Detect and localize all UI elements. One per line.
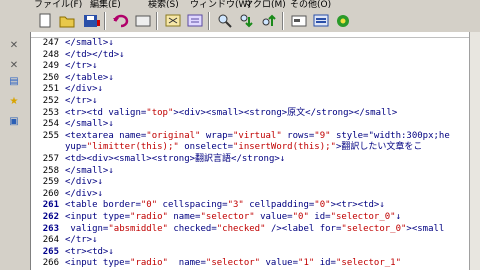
explorer-icon[interactable]: ▣ [7, 114, 21, 128]
config-icon[interactable] [312, 12, 330, 29]
toolbar [30, 10, 480, 33]
menu-edit[interactable]: 編集(E) [90, 0, 121, 10]
code-line[interactable]: yup="limitter(this);" onselect="insertWo… [65, 142, 422, 152]
code-line[interactable]: </table>↓ [65, 73, 114, 83]
menu-search[interactable]: 検索(S) [148, 0, 179, 10]
cut-icon[interactable] [164, 12, 182, 29]
line-number: 252 [42, 96, 59, 106]
line-number: 257 [42, 154, 59, 164]
search-down-icon[interactable] [238, 12, 256, 29]
code-line[interactable]: <tr><td>↓ [65, 247, 114, 257]
code-line[interactable]: </small>↓ [65, 166, 114, 176]
menu-file[interactable]: ファイル(F) [34, 0, 82, 10]
code-area[interactable]: </small>↓ </td></td>↓ </tr>↓ </table>↓ </div… [65, 38, 471, 270]
line-number: 259 [42, 177, 59, 188]
code-line[interactable]: </div>↓ [65, 177, 103, 187]
side-panel: ✕ ✕ ▤ ★ ▣ [0, 10, 30, 270]
code-line[interactable]: valign="absmiddle" checked="checked" /><… [65, 224, 444, 234]
star-icon[interactable]: ★ [7, 94, 21, 108]
code-line[interactable]: <td><div><small><strong>翻訳言語</strong>↓ [65, 154, 285, 164]
line-number: 258 [42, 165, 59, 176]
menu-window[interactable]: ウィンドウ(W) [190, 0, 251, 10]
line-number: 265 [42, 246, 59, 257]
settings-icon[interactable] [334, 12, 352, 29]
undo-icon[interactable] [112, 12, 130, 29]
code-line[interactable]: </tr>↓ [65, 61, 98, 71]
code-line[interactable]: <input type="radio" name="selector" valu… [65, 212, 401, 222]
line-number: 264 [42, 235, 59, 246]
line-number: 261 [42, 200, 59, 211]
line-number-gutter: 247 248 249 250 251 252 253 254 255 257 258 259 260 2… [31, 38, 61, 270]
save-icon[interactable] [82, 12, 100, 29]
code-line[interactable]: </small>↓ [65, 119, 114, 129]
line-number: 248 [42, 49, 59, 60]
line-number: 253 [42, 107, 59, 118]
paste-icon[interactable] [186, 12, 204, 29]
vertical-scrollbar[interactable] [469, 32, 480, 270]
open-folder-icon[interactable] [58, 12, 76, 29]
line-number: 254 [42, 119, 59, 130]
new-file-icon[interactable] [36, 12, 54, 29]
code-line[interactable]: </div>↓ [65, 84, 103, 94]
close-icon[interactable]: ✕ [7, 58, 21, 72]
line-number [31, 142, 59, 152]
close-icon[interactable]: ✕ [7, 38, 21, 52]
menu-macro[interactable]: マクロ(M) [244, 0, 286, 10]
code-line[interactable]: <input type="radio" name="selector" valu… [65, 258, 401, 268]
line-number: 260 [42, 188, 59, 199]
line-number: 250 [42, 72, 59, 83]
code-line[interactable]: <table border="0" cellspacing="3" cellpa… [65, 200, 385, 210]
code-line[interactable]: </tr>↓ [65, 235, 98, 245]
code-line[interactable]: </tr>↓ [65, 96, 98, 106]
code-line[interactable]: </td></td>↓ [65, 50, 125, 60]
code-line[interactable]: <tr><td valign="top"><div><small><strong… [65, 108, 397, 118]
search-up-icon[interactable] [260, 12, 278, 29]
line-number: 263 [42, 223, 59, 234]
line-number: 266 [42, 258, 59, 269]
line-number: 255 [42, 130, 59, 141]
page-icon[interactable]: ▤ [7, 74, 21, 88]
line-number: 249 [42, 61, 59, 72]
text-editor[interactable]: 247 248 249 250 251 252 253 254 255 257 258 259 260 2… [30, 32, 471, 270]
line-number: 247 [42, 38, 59, 48]
replace-icon[interactable] [290, 12, 308, 29]
window-icon[interactable] [134, 12, 152, 29]
line-number: 251 [42, 84, 59, 95]
code-line[interactable]: </div>↓ [65, 189, 103, 199]
menu-bar: ファイル(F) 編集(E) 検索(S) ウィンドウ(W) マクロ(M) その他(… [0, 0, 480, 10]
code-line[interactable]: <textarea name="original" wrap="virtual"… [65, 131, 450, 141]
menu-other[interactable]: その他(O) [290, 0, 331, 10]
search-icon[interactable] [216, 12, 234, 29]
code-line[interactable]: </small>↓ [65, 38, 114, 48]
line-number: 262 [42, 212, 59, 222]
